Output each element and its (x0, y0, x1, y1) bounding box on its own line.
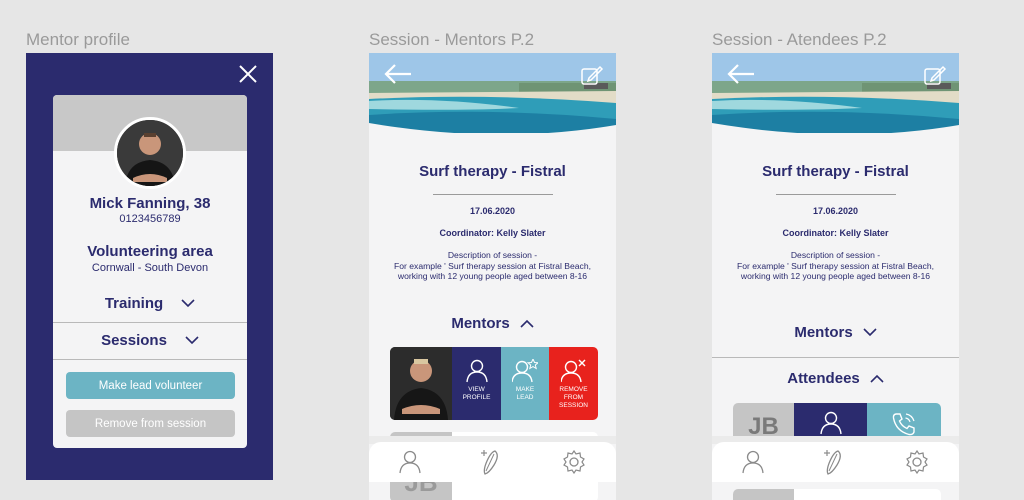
person-icon (465, 359, 488, 383)
mentors-section-toggle[interactable]: Mentors (369, 315, 616, 332)
person-remove-icon (560, 359, 585, 383)
training-label: Training (104, 294, 164, 312)
session-title: Surf therapy - Fistral (762, 163, 909, 180)
session-date: 17.06.2020 (812, 206, 859, 216)
view-profile-button[interactable]: VIEW PROFILE (452, 347, 501, 420)
session-mentors-screen: Surf therapy - Fistral 17.06.2020 Coordi… (369, 53, 616, 500)
session-description-line: Description of session - (447, 250, 538, 260)
session-coordinator: Coordinator: Kelly Slater (439, 228, 546, 238)
chevron-up-icon (870, 374, 884, 383)
chevron-up-icon (520, 319, 534, 328)
session-description: Description of session - For example ' S… (722, 250, 949, 282)
divider (712, 357, 959, 358)
gear-icon[interactable] (905, 450, 929, 474)
mentor-profile-card: Mick Fanning, 38 0123456789 Volunteering… (53, 95, 247, 448)
view-profile-label-line: PROFILE (462, 394, 491, 401)
session-description-line: Description of session - (790, 250, 881, 260)
chevron-down-icon (181, 298, 195, 307)
avatar (114, 117, 186, 189)
frame-label-session-attendees: Session - Atendees P.2 (712, 30, 887, 49)
attendee-row[interactable] (733, 489, 941, 500)
mentor-profile-screen: Mick Fanning, 38 0123456789 Volunteering… (26, 53, 273, 480)
session-coordinator: Coordinator: Kelly Slater (782, 228, 889, 238)
make-lead-button[interactable]: MAKE LEAD (501, 347, 549, 420)
view-profile-label-line: VIEW (468, 386, 485, 393)
volunteering-area-title: Volunteering area (87, 243, 213, 260)
remove-label-line: REMOVE (559, 386, 588, 393)
mentor-name: Mick Fanning, 38 (89, 195, 211, 212)
chevron-down-icon (863, 328, 877, 337)
bottom-tab-bar (369, 442, 616, 482)
person-icon[interactable] (399, 450, 421, 474)
remove-from-session-action-button[interactable]: REMOVE FROM SESSION (549, 347, 598, 420)
frame-label-session-mentors: Session - Mentors P.2 (369, 30, 535, 49)
make-lead-label-line: LEAD (516, 394, 534, 401)
surfboard-icon[interactable] (480, 449, 502, 475)
remove-from-session-button[interactable]: Remove from session (66, 410, 235, 437)
session-description-line: For example ' Surf therapy session at Fi… (394, 260, 591, 271)
chevron-down-icon (185, 335, 199, 344)
bottom-tab-bar (712, 442, 959, 482)
volunteering-area-value: Cornwall - South Devon (91, 262, 209, 274)
close-icon[interactable] (237, 63, 259, 85)
remove-label-line: SESSION (559, 402, 588, 409)
frame-label-mentor-profile: Mentor profile (26, 30, 130, 49)
make-lead-label-line: MAKE (515, 386, 535, 393)
session-description-line: working with 12 young people aged betwee… (740, 271, 931, 281)
mentors-label: Mentors (794, 324, 853, 341)
session-date: 17.06.2020 (469, 206, 516, 216)
back-arrow-icon[interactable] (726, 63, 756, 85)
back-arrow-icon[interactable] (383, 63, 413, 85)
mentors-section-toggle[interactable]: Mentors (712, 324, 959, 341)
edit-icon[interactable] (580, 63, 604, 87)
training-accordion[interactable]: Training (53, 285, 247, 321)
mentor-phone: 0123456789 (119, 213, 181, 225)
sessions-accordion[interactable]: Sessions (53, 322, 247, 358)
edit-icon[interactable] (923, 63, 947, 87)
gear-icon[interactable] (562, 450, 586, 474)
person-icon[interactable] (742, 450, 764, 474)
divider (53, 359, 247, 360)
session-attendees-screen: Surf therapy - Fistral 17.06.2020 Coordi… (712, 53, 959, 500)
attendees-label: Attendees (787, 370, 860, 387)
sessions-label: Sessions (101, 331, 167, 349)
session-description-line: working with 12 young people aged betwee… (397, 271, 588, 281)
session-description-line: For example ' Surf therapy session at Fi… (737, 260, 934, 271)
mentor-row: VIEW PROFILE MAKE LEAD REMOVE FROM SESSI… (390, 347, 598, 420)
title-divider (433, 194, 553, 195)
surfboard-icon[interactable] (823, 449, 845, 475)
person-star-icon (512, 359, 538, 383)
phone-icon (892, 413, 915, 436)
make-lead-volunteer-button[interactable]: Make lead volunteer (66, 372, 235, 399)
person-icon (819, 411, 842, 435)
mentor-photo (390, 347, 452, 420)
session-description: Description of session - For example ' S… (379, 250, 606, 282)
session-title: Surf therapy - Fistral (419, 163, 566, 180)
title-divider (776, 194, 896, 195)
mentors-label: Mentors (451, 315, 510, 332)
attendee-photo-placeholder (733, 489, 794, 500)
remove-label-line: FROM (563, 394, 584, 401)
attendees-section-toggle[interactable]: Attendees (712, 370, 959, 387)
